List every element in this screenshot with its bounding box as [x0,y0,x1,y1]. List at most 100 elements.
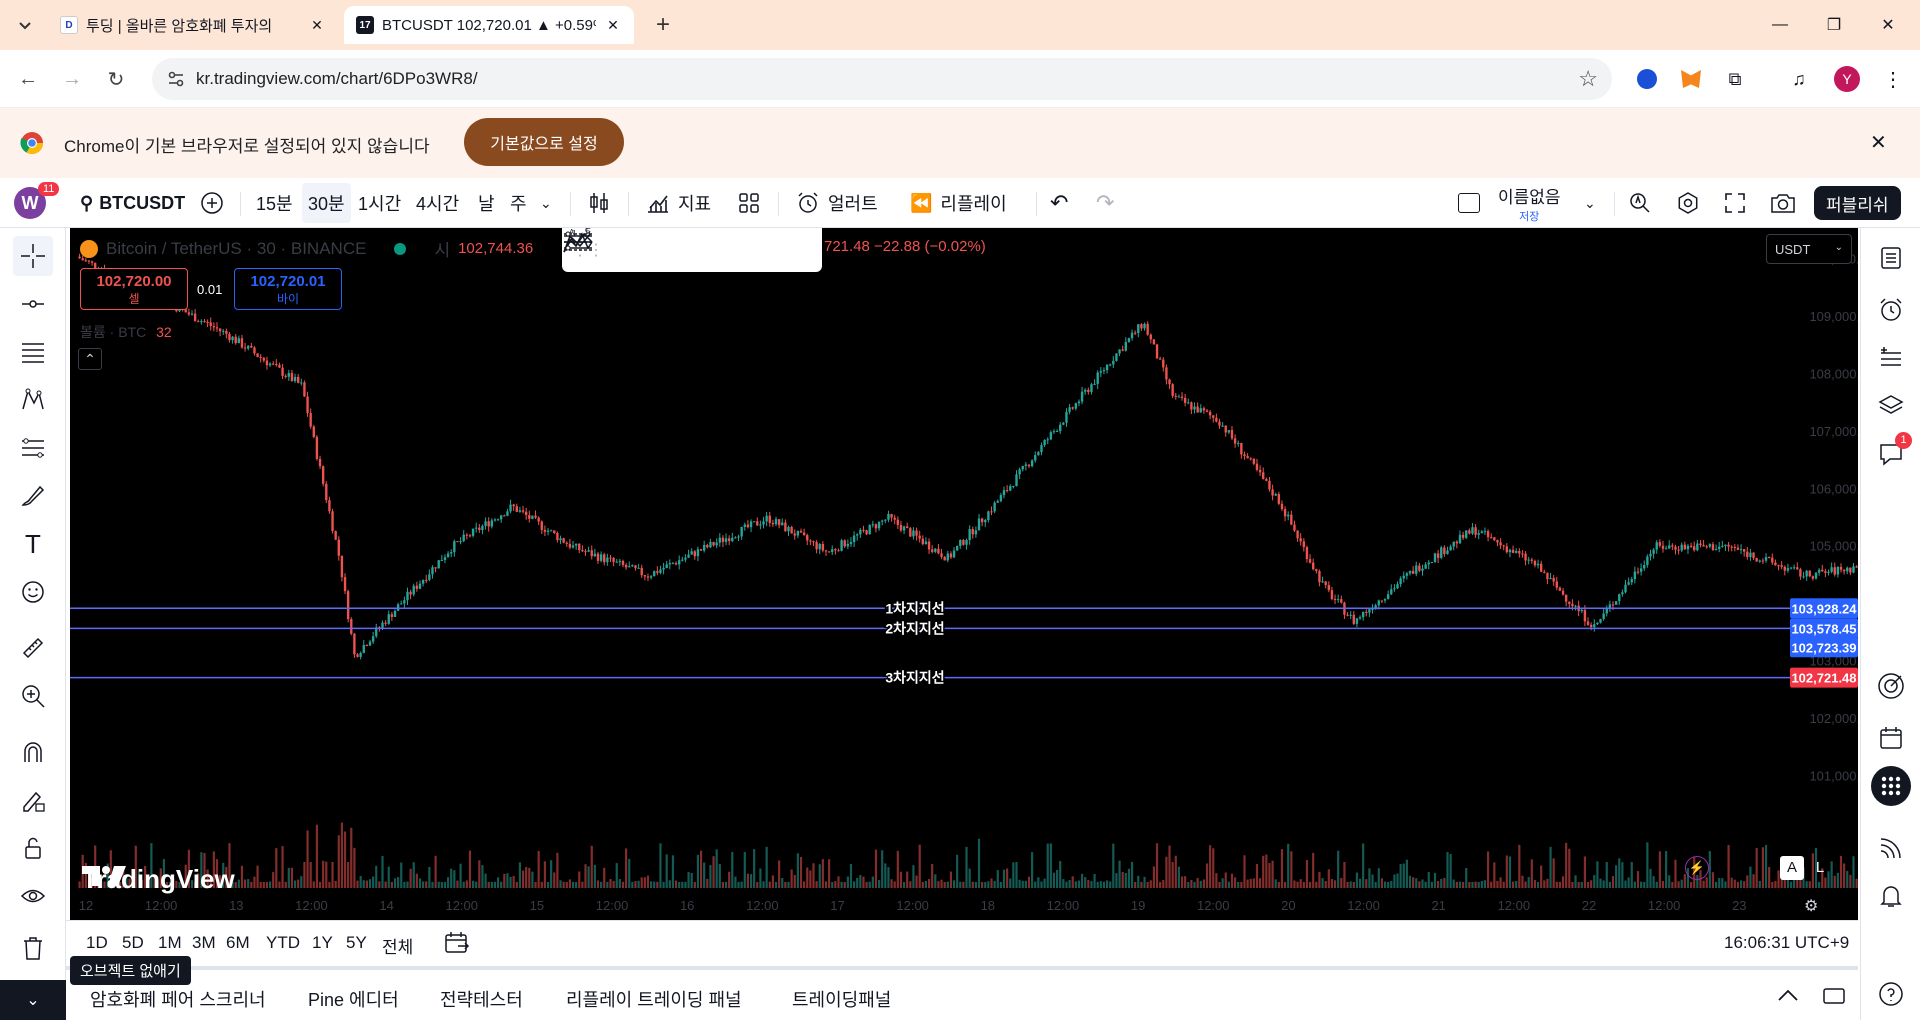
forward-button[interactable]: → [56,63,88,95]
interval-week[interactable]: 주 [510,178,527,228]
alert-button[interactable]: 얼러트 [796,178,878,228]
undo-button[interactable]: ↶ [1050,178,1068,228]
compare-symbol-button[interactable] [200,178,224,228]
close-icon[interactable]: ✕ [308,17,326,34]
chats-button[interactable]: 1 [1871,432,1912,474]
drawing-float-toolbar[interactable]: ⋮⋮ 15 AC [562,228,822,272]
time-axis[interactable]: 12 12:00 13 12:00 14 12:00 15 12:00 16 12:00 17 12:… [79,898,1747,913]
omnibox[interactable]: kr.tradingview.com/chart/6DPo3WR8/ ☆ [152,58,1612,100]
watchlist-button[interactable] [1871,238,1911,278]
restore-button[interactable]: ❐ [1814,10,1854,40]
tab-tudeeng[interactable]: D 투딩 | 올바른 암호화폐 투자의 ✕ [48,6,338,44]
tab-search-button[interactable] [10,10,40,40]
profile-avatar[interactable]: Y [1834,66,1860,92]
axis-settings-icon[interactable]: ⚙ [1804,896,1818,916]
layers-button[interactable] [1871,386,1911,426]
object-tree-button[interactable] [1871,338,1911,378]
back-button[interactable]: ← [12,63,44,95]
pattern-tool[interactable] [13,380,53,420]
magnet-tool[interactable] [13,732,53,772]
interval-day[interactable]: 날 [478,178,495,228]
remove-objects-tool[interactable] [13,928,53,968]
user-avatar[interactable]: W 11 [14,178,60,228]
close-icon[interactable]: ✕ [604,17,622,34]
collapse-toolbar-button[interactable]: ⌄ [0,980,66,1020]
currency-select[interactable]: USDT ⌄ [1766,234,1852,264]
range-1y[interactable]: 1Y [312,933,333,953]
range-1d[interactable]: 1D [86,933,108,953]
site-settings-icon[interactable] [166,69,186,89]
volume-legend[interactable]: 볼륨 · BTC 32 [80,322,172,342]
symbol-search[interactable]: ⚲ BTCUSDT [80,178,185,228]
measure-tool[interactable] [13,628,53,668]
buy-button[interactable]: 102,720.01 바이 [234,268,342,310]
extension-icon[interactable] [1634,66,1660,92]
chart-type-button[interactable] [588,178,610,228]
range-all[interactable]: 전체 [382,933,413,958]
log-scale-button[interactable]: L [1808,856,1832,880]
quick-search-button[interactable] [1628,178,1652,228]
media-control-icon[interactable]: ♫ [1786,66,1812,92]
price-chart[interactable]: 1차지지선2차지지선3차지지선 110,000.00109,000.00108,… [70,228,1858,920]
close-window-button[interactable]: ✕ [1868,10,1908,40]
range-3m[interactable]: 3M [192,933,216,953]
support-lines[interactable]: 1차지지선 2차지지선 3차지지선 [70,599,1790,687]
lock-drawing-tool[interactable] [13,780,53,820]
layout-name-button[interactable]: 이름없음 저장 [1498,178,1561,228]
bookmark-star-icon[interactable]: ☆ [1578,66,1598,92]
reload-button[interactable]: ↻ [100,63,132,95]
fib-tool[interactable] [13,332,53,372]
lock-all-tool[interactable] [13,828,53,868]
ideas-button[interactable] [1871,666,1911,706]
extensions-puzzle-icon[interactable]: ⧉ [1722,66,1748,92]
layout-select-checkbox[interactable] [1458,178,1480,228]
settings-button[interactable] [1676,178,1700,228]
close-icon[interactable]: ✕ [1870,130,1887,155]
interval-30m[interactable]: 30분 [302,183,351,223]
range-1m[interactable]: 1M [158,933,182,953]
lightning-icon[interactable]: ⚡ [1685,856,1709,880]
range-6m[interactable]: 6M [226,933,250,953]
calendar-button[interactable] [1871,718,1911,758]
redo-button[interactable]: ↷ [1096,178,1114,228]
replay-button[interactable]: ⏪ 리플레이 [910,178,1007,228]
help-button[interactable] [1871,974,1911,1014]
range-5y[interactable]: 5Y [346,933,367,953]
templates-button[interactable] [738,178,760,228]
snapshot-button[interactable] [1770,178,1796,228]
expand-panel-button[interactable] [1776,986,1800,1006]
crosshair-tool[interactable] [13,236,53,276]
emoji-tool[interactable] [13,572,53,612]
menu-kebab-icon[interactable]: ⋮ [1880,66,1906,92]
alerts-button[interactable] [1871,290,1911,330]
products-button[interactable] [1871,766,1911,806]
legend-collapse-button[interactable]: ⌃ [78,348,102,370]
price-axis[interactable]: 110,000.00109,000.00108,000.00107,000.00… [1790,251,1858,784]
streams-button[interactable] [1871,828,1911,868]
text-tool[interactable]: T [13,524,53,564]
interval-1h[interactable]: 1시간 [358,178,401,228]
trend-line-tool[interactable] [13,284,53,324]
hide-drawings-tool[interactable] [13,876,53,916]
tab-strategy-tester[interactable]: 전략테스터 [440,986,523,1012]
new-tab-button[interactable]: + [648,10,678,40]
clock-timezone[interactable]: 16:06:31 UTC+9 [1724,933,1849,953]
auto-scale-button[interactable]: A [1780,856,1804,880]
layout-dropdown[interactable]: ⌄ [1584,178,1596,228]
interval-4h[interactable]: 4시간 [416,178,459,228]
tab-crypto-screener[interactable]: 암호화폐 페어 스크리너 [90,986,266,1012]
go-to-date-button[interactable] [444,931,470,955]
brush-tool[interactable] [13,476,53,516]
chart-pane[interactable]: 1차지지선2차지지선3차지지선 110,000.00109,000.00108,… [70,228,1858,920]
tab-pine-editor[interactable]: Pine 에디터 [308,986,399,1012]
regression-trend-icon[interactable] [562,228,594,256]
maximize-panel-button[interactable] [1822,986,1846,1006]
zoom-tool[interactable] [13,676,53,716]
notifications-button[interactable] [1871,876,1911,916]
tab-btcusdt[interactable]: 17 BTCUSDT 102,720.01 ▲ +0.59% ✕ [344,6,634,44]
range-ytd[interactable]: YTD [266,933,300,953]
fullscreen-button[interactable] [1724,178,1746,228]
interval-dropdown[interactable]: ⌄ [540,178,552,228]
symbol-legend[interactable]: Bitcoin / TetherUS · 30 · BINANCE 시 102,… [80,236,533,261]
set-default-button[interactable]: 기본값으로 설정 [464,118,624,166]
